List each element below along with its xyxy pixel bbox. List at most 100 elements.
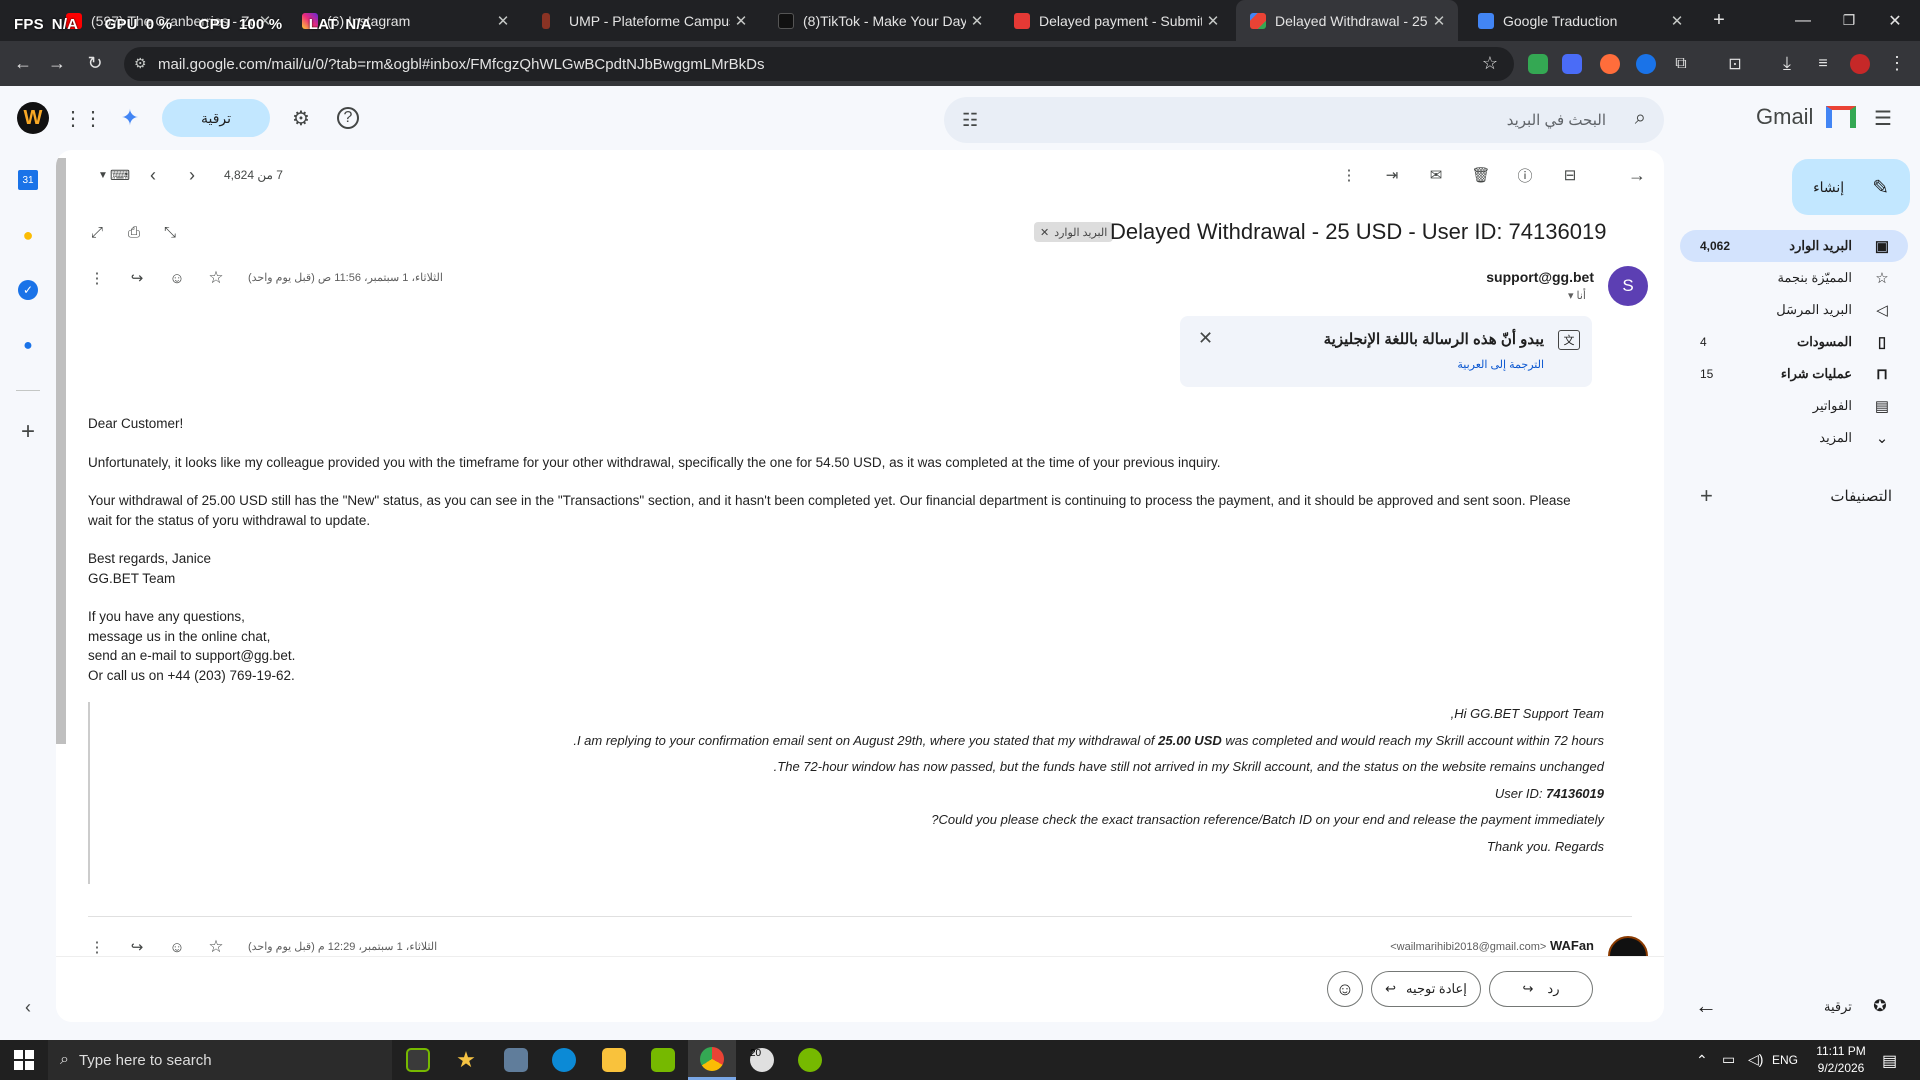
remove-label-icon[interactable]: ✕	[1040, 226, 1049, 239]
extension-icon[interactable]	[1636, 54, 1656, 74]
restore-icon[interactable]: ❐	[1826, 0, 1872, 41]
nvidia-app-icon[interactable]	[394, 1040, 442, 1080]
move-to-icon[interactable]: ⇥	[1379, 162, 1405, 188]
upgrade-link[interactable]: ترقية	[1824, 999, 1852, 1015]
sidebar-item-drafts[interactable]: ▯ المسودات 4	[1680, 326, 1908, 358]
message-more-icon[interactable]: ⋮	[84, 265, 110, 291]
forward-button[interactable]: ↩ إعادة توجيه	[1371, 971, 1481, 1007]
scrollbar-thumb[interactable]	[56, 158, 66, 744]
network-icon[interactable]: ▭	[1722, 1051, 1735, 1068]
report-spam-icon[interactable]: ⓘ	[1512, 162, 1538, 188]
tab-google-translate[interactable]: Google Traduction ✕	[1464, 0, 1696, 41]
app-with-badge-icon[interactable]: 20	[738, 1040, 786, 1080]
windows-start-icon[interactable]	[0, 1040, 48, 1080]
open-new-window-icon[interactable]: ⤢	[84, 219, 110, 245]
newer-icon[interactable]: ‹	[140, 162, 166, 188]
archive-icon[interactable]: ⊟	[1557, 162, 1583, 188]
close-tab-icon[interactable]: ✕	[966, 12, 988, 30]
search-bar[interactable]: ☷ البحث في البريد ⌕	[944, 97, 1664, 143]
download-icon[interactable]: ⤓	[1770, 41, 1804, 86]
file-explorer-icon[interactable]	[590, 1040, 638, 1080]
tasks-icon[interactable]: ✓	[18, 280, 38, 300]
media-control-icon[interactable]: ≡	[1806, 41, 1840, 86]
keep-icon[interactable]: ●	[18, 225, 38, 245]
emoji-reaction-icon[interactable]: ☺	[164, 265, 190, 291]
extension-icon[interactable]	[1562, 54, 1582, 74]
delete-icon[interactable]: 🗑	[1468, 162, 1494, 188]
back-icon[interactable]: ←	[6, 41, 40, 86]
new-tab-icon[interactable]: +	[1696, 0, 1742, 41]
close-tab-icon[interactable]: ✕	[1202, 12, 1224, 30]
tab-ump-campus[interactable]: UMP - Plateforme Campus ✕	[528, 0, 760, 41]
more-options-icon[interactable]: ⋮	[1336, 162, 1362, 188]
sidebar-item-purchases[interactable]: ⊓ عمليات شراء 15	[1680, 358, 1908, 390]
help-icon[interactable]: ?	[337, 107, 359, 129]
add-addon-icon[interactable]: +	[16, 418, 40, 445]
language-indicator[interactable]: ENG	[1772, 1053, 1798, 1067]
account-avatar[interactable]: W	[17, 102, 49, 134]
star-app-icon[interactable]: ★	[442, 1040, 490, 1080]
calendar-icon[interactable]: 31	[18, 170, 38, 190]
nvidia-icon[interactable]	[639, 1040, 687, 1080]
close-window-icon[interactable]: ✕	[1872, 0, 1918, 41]
chrome-icon[interactable]	[688, 1040, 736, 1080]
screenshot-icon[interactable]: ⊡	[1718, 41, 1752, 86]
profile-avatar[interactable]	[1850, 54, 1870, 74]
compose-button[interactable]: ✎ إنشاء	[1792, 159, 1910, 215]
sidebar-item-bills[interactable]: ▤ الفواتير	[1680, 390, 1908, 422]
main-menu-icon[interactable]: ☰	[1870, 105, 1896, 131]
extensions-puzzle-icon[interactable]: ⧉	[1664, 41, 1698, 86]
add-label-icon[interactable]: +	[1700, 483, 1713, 509]
input-tools-icon[interactable]: ⌨	[107, 162, 133, 188]
print-icon[interactable]: ⎙	[121, 219, 147, 245]
reply-button[interactable]: ↪ رد	[1489, 971, 1593, 1007]
apps-grid-icon[interactable]: ⋮⋮	[63, 105, 103, 131]
reply-icon[interactable]: ↪	[124, 265, 150, 291]
search-icon[interactable]: ⌕	[1635, 107, 1646, 130]
bookmark-star-icon[interactable]: ☆	[1482, 53, 1498, 74]
tab-tiktok[interactable]: (8)TikTok - Make Your Day ✕	[764, 0, 996, 41]
address-bar[interactable]: ⚙ mail.google.com/mail/u/0/?tab=rm&ogbl#…	[124, 47, 1514, 81]
sidebar-item-more[interactable]: ⌄ المزيد	[1680, 422, 1908, 454]
collapse-panel-icon[interactable]: ‹	[16, 995, 40, 1019]
star-icon[interactable]: ☆	[203, 265, 229, 291]
volume-icon[interactable]: ◁)	[1748, 1051, 1763, 1068]
inbox-label-chip[interactable]: ✕ البريد الوارد	[1034, 222, 1114, 242]
back-to-inbox-icon[interactable]: →	[1624, 162, 1650, 188]
forward-icon[interactable]: →	[40, 41, 74, 86]
utorrent-icon[interactable]	[786, 1040, 834, 1080]
search-input[interactable]: البحث في البريد	[1507, 111, 1606, 129]
tray-chevron-icon[interactable]: ⌃	[1696, 1052, 1708, 1069]
back-arrow-icon[interactable]: ←	[1694, 993, 1718, 1018]
close-tab-icon[interactable]: ✕	[730, 12, 752, 30]
file-manager-icon[interactable]	[492, 1040, 540, 1080]
older-icon[interactable]: ›	[179, 162, 205, 188]
site-info-icon[interactable]: ⚙	[134, 55, 147, 72]
taskbar-search-box[interactable]: ⌕ Type here to search	[48, 1040, 392, 1080]
tab-delayed-withdrawal[interactable]: Delayed Withdrawal - 25 USD ✕	[1236, 0, 1458, 41]
close-tab-icon[interactable]: ✕	[1428, 12, 1450, 30]
translate-link[interactable]: الترجمة إلى العربية	[1457, 358, 1544, 371]
sidebar-item-sent[interactable]: ◁ البريد المرسَل	[1680, 294, 1908, 326]
close-tab-icon[interactable]: ✕	[1666, 12, 1688, 30]
tab-delayed-payment[interactable]: Delayed payment - Submit a C ✕	[1000, 0, 1232, 41]
notifications-icon[interactable]: ▤	[1882, 1051, 1897, 1071]
extension-icon[interactable]	[1528, 54, 1548, 74]
search-options-icon[interactable]: ☷	[962, 110, 978, 131]
sidebar-item-starred[interactable]: ☆ المميّزة بنجمة	[1680, 262, 1908, 294]
clock[interactable]: 11:11 PM 9/2/2026	[1808, 1043, 1874, 1077]
settings-gear-icon[interactable]: ⚙	[288, 105, 314, 131]
close-banner-icon[interactable]: ✕	[1198, 328, 1213, 349]
mark-unread-icon[interactable]: ✉	[1423, 162, 1449, 188]
gemini-icon[interactable]: ✦	[117, 105, 143, 131]
edge-icon[interactable]	[540, 1040, 588, 1080]
close-tab-icon[interactable]: ✕	[492, 12, 514, 30]
browser-menu-icon[interactable]: ⋮	[1880, 41, 1914, 86]
extension-icon[interactable]	[1600, 54, 1620, 74]
upgrade-button[interactable]: ترقية	[162, 99, 270, 137]
reload-icon[interactable]: ↻	[78, 41, 112, 86]
minimize-icon[interactable]: —	[1780, 0, 1826, 41]
contacts-icon[interactable]: ●	[18, 336, 38, 356]
sidebar-item-inbox[interactable]: ▣ البريد الوارد 4,062	[1680, 230, 1908, 262]
emoji-reaction-button[interactable]: ☺	[1327, 971, 1363, 1007]
